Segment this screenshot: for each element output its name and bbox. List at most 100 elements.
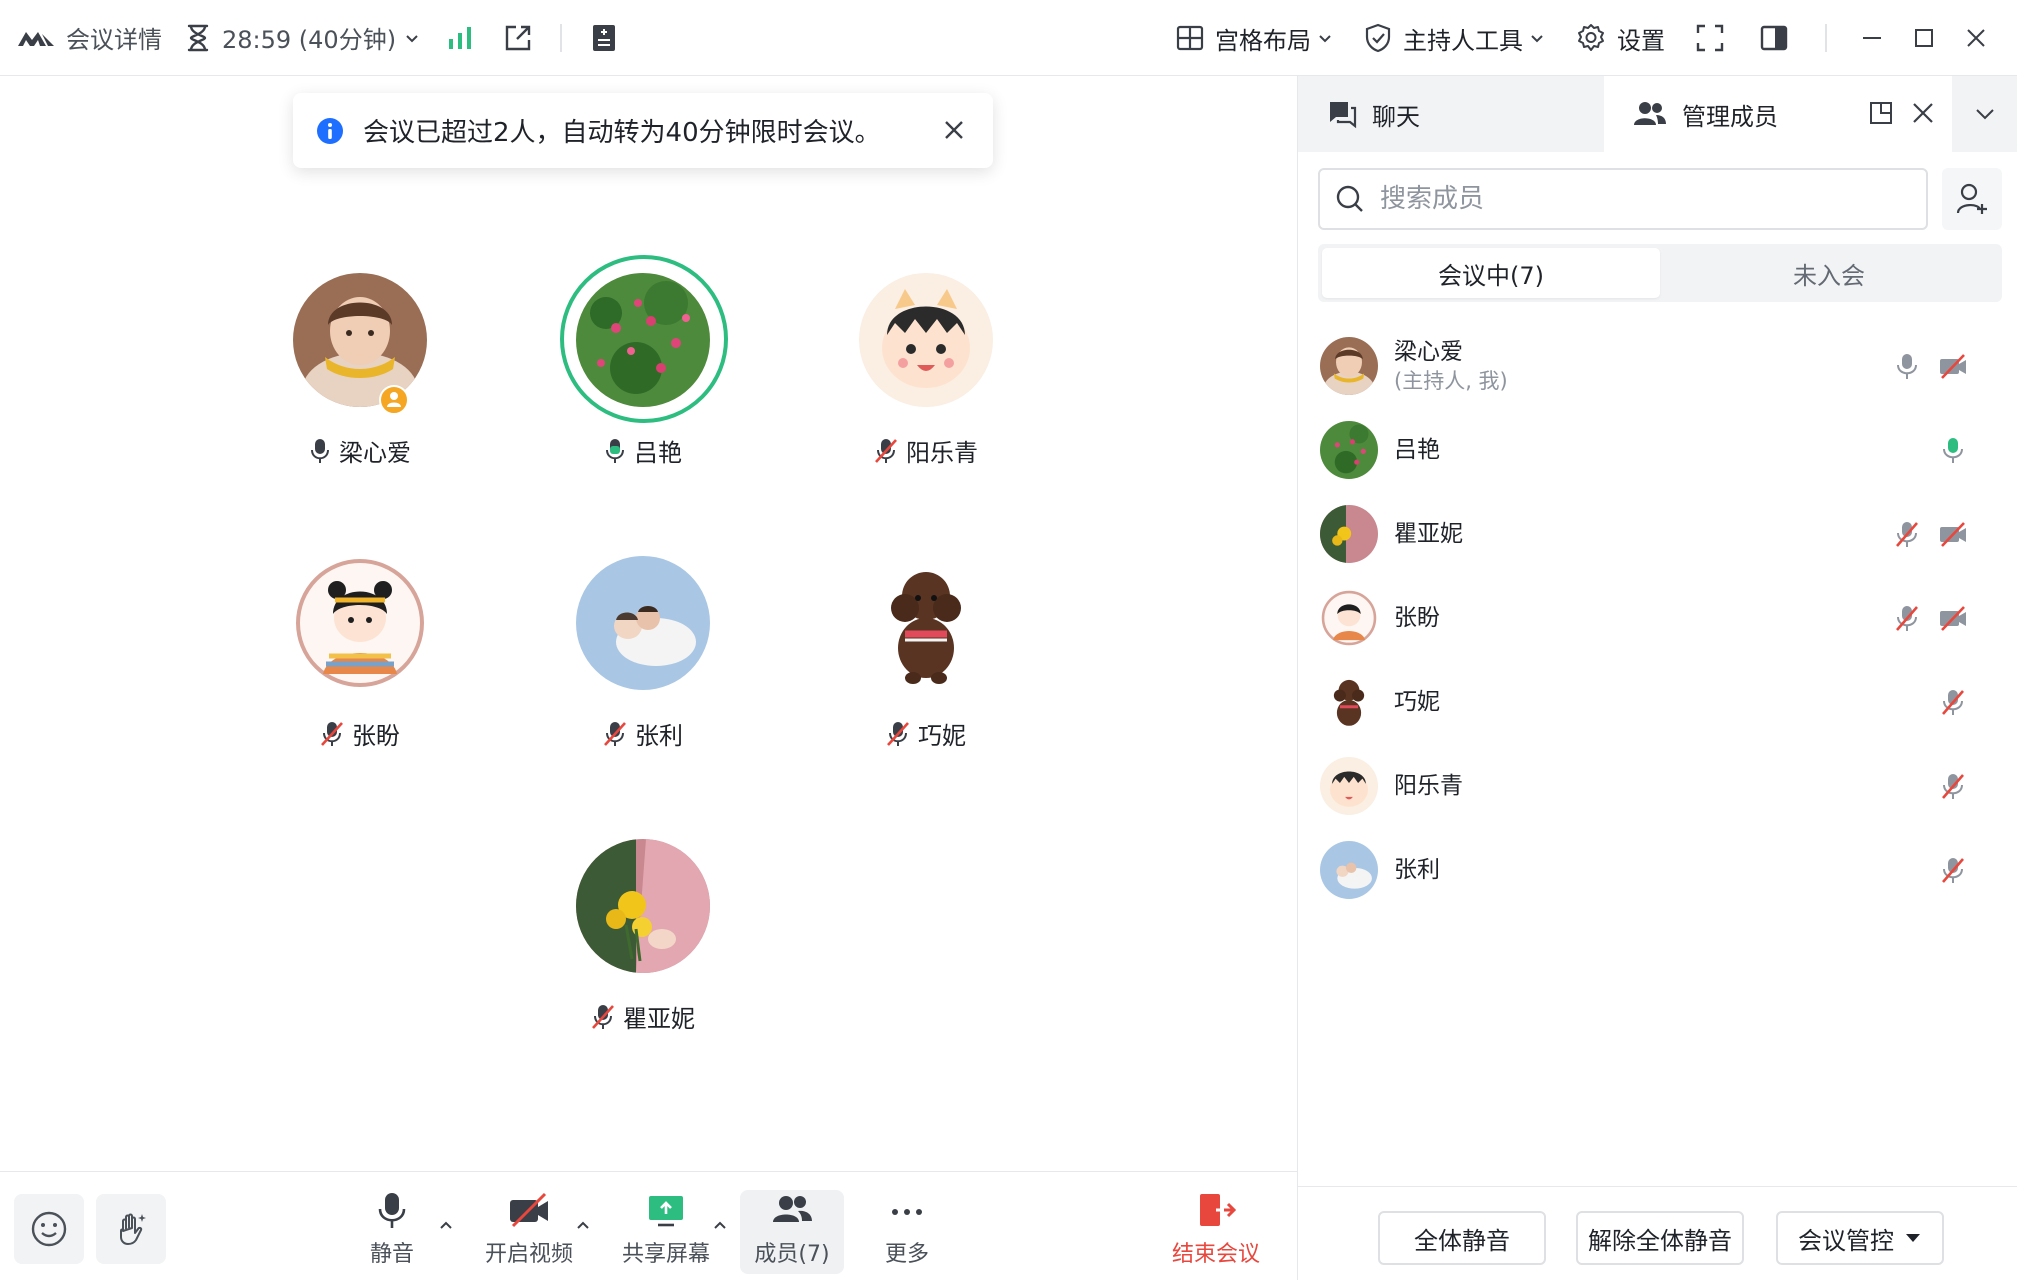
reaction-button[interactable] — [14, 1194, 84, 1264]
chevron-down-icon — [1319, 35, 1331, 43]
notification-text: 会议已超过2人，自动转为40分钟限时会议。 — [363, 118, 881, 148]
participant-name-row: 阳乐青 — [809, 433, 1043, 468]
member-status-segmented-control: 会议中(7) 未入会 — [1318, 244, 2002, 302]
toggle-sidebar-button[interactable] — [1759, 0, 1789, 76]
maximize-icon — [1915, 29, 1933, 47]
participant-tile[interactable]: 巧妮 — [809, 556, 1029, 756]
sidebar-panel-icon — [1760, 25, 1788, 51]
close-notification-icon[interactable] — [939, 115, 969, 145]
participant-tile[interactable]: 阳乐青 — [809, 273, 1029, 473]
minimize-button[interactable] — [1861, 0, 1883, 76]
members-button[interactable]: 成员(7) — [740, 1190, 844, 1274]
top-bar: 会议详情 28:59 (40分钟) 宫格布局 主持人工具 设置 — [0, 0, 2017, 76]
list-item[interactable]: 张利 — [1298, 828, 2017, 912]
time-limit-notification: 会议已超过2人，自动转为40分钟限时会议。 — [293, 93, 993, 168]
participant-name-row: 瞿亚妮 — [526, 999, 760, 1034]
avatar — [576, 273, 710, 407]
microphone-muted-icon — [887, 721, 909, 746]
share-screen-button[interactable]: 共享屏幕 — [614, 1190, 718, 1274]
video-off-icon — [510, 1192, 548, 1228]
window-controls-divider — [1825, 24, 1827, 52]
settings-button[interactable]: 设置 — [1575, 0, 1665, 76]
video-options-caret-icon[interactable] — [574, 1218, 592, 1232]
video-off-icon[interactable] — [1938, 519, 1968, 549]
participant-name: 梁心爱 — [339, 439, 411, 467]
member-name: 张盼 — [1394, 605, 1440, 631]
avatar — [576, 556, 710, 690]
raise-hand-button[interactable] — [96, 1194, 166, 1264]
notes-button[interactable] — [590, 0, 618, 75]
close-panel-icon[interactable] — [1910, 100, 1936, 126]
member-name: 瞿亚妮 — [1394, 521, 1463, 547]
participant-tile[interactable]: 吕艳 — [526, 255, 746, 473]
close-window-button[interactable] — [1965, 0, 1987, 76]
tab-manage-members-label: 管理成员 — [1682, 102, 1778, 131]
microphone-muted-icon — [604, 721, 626, 746]
member-list: 梁心爱 (主持人, 我) 吕艳 瞿亚妮 张盼 巧妮 阳乐青 张利 — [1298, 324, 2017, 912]
microphone-muted-icon[interactable] — [1892, 519, 1922, 549]
participant-tile[interactable]: 张盼 — [243, 556, 463, 756]
panel-options-button[interactable] — [1952, 76, 2017, 152]
video-off-icon[interactable] — [1938, 351, 1968, 381]
participant-tile[interactable]: 梁心爱 — [243, 273, 463, 473]
list-item[interactable]: 巧妮 — [1298, 660, 2017, 744]
microphone-icon[interactable] — [1892, 351, 1922, 381]
microphone-muted-icon[interactable] — [1892, 603, 1922, 633]
share-meeting-button[interactable] — [502, 0, 534, 75]
avatar — [859, 556, 993, 690]
participant-name-row: 巧妮 — [809, 716, 1043, 751]
popout-panel-icon[interactable] — [1868, 100, 1894, 126]
avatar — [859, 273, 993, 407]
microphone-muted-icon[interactable] — [1938, 771, 1968, 801]
end-meeting-button[interactable]: 结束会议 — [1164, 1190, 1268, 1274]
participant-tile[interactable]: 瞿亚妮 — [526, 839, 746, 1039]
share-screen-icon — [649, 1196, 683, 1227]
member-search-box[interactable] — [1318, 168, 1928, 230]
meeting-details-button[interactable]: 会议详情 — [16, 0, 162, 75]
info-icon — [317, 117, 343, 144]
list-item[interactable]: 瞿亚妮 — [1298, 492, 2017, 576]
meeting-timer[interactable]: 28:59 (40分钟) — [184, 0, 420, 75]
chevron-down-icon — [1976, 109, 1994, 120]
seg-not-joined[interactable]: 未入会 — [1660, 248, 1998, 298]
grid-layout-button[interactable]: 宫格布局 — [1175, 0, 1333, 76]
mute-button[interactable]: 静音 — [340, 1190, 444, 1274]
gear-icon — [1578, 24, 1604, 51]
share-options-caret-icon[interactable] — [711, 1218, 729, 1232]
search-input[interactable] — [1380, 184, 1880, 214]
host-badge-icon — [379, 385, 409, 415]
settings-label: 设置 — [1617, 26, 1665, 55]
list-item[interactable]: 阳乐青 — [1298, 744, 2017, 828]
host-tools-button[interactable]: 主持人工具 — [1363, 0, 1545, 76]
panel-footer: 全体静音 解除全体静音 会议管控 — [1298, 1186, 2017, 1280]
fullscreen-button[interactable] — [1695, 0, 1725, 76]
list-item[interactable]: 张盼 — [1298, 576, 2017, 660]
meeting-control-button[interactable]: 会议管控 — [1776, 1211, 1944, 1265]
maximize-button[interactable] — [1913, 0, 1935, 76]
unmute-all-button[interactable]: 解除全体静音 — [1576, 1211, 1744, 1265]
participant-tile[interactable]: 张利 — [526, 556, 746, 756]
start-video-button[interactable]: 开启视频 — [477, 1190, 581, 1274]
meeting-details-label: 会议详情 — [66, 26, 162, 54]
microphone-icon — [378, 1193, 406, 1228]
participant-name: 阳乐青 — [906, 439, 978, 467]
more-dots-icon — [892, 1209, 922, 1215]
seg-in-meeting[interactable]: 会议中(7) — [1322, 248, 1660, 298]
grid-layout-icon — [1176, 25, 1204, 51]
more-label: 更多 — [884, 1242, 929, 1267]
invite-member-button[interactable] — [1942, 168, 2002, 230]
more-button[interactable]: 更多 — [855, 1190, 959, 1274]
microphone-muted-icon[interactable] — [1938, 687, 1968, 717]
tab-manage-members[interactable]: 管理成员 — [1604, 76, 1952, 152]
microphone-muted-icon[interactable] — [1938, 855, 1968, 885]
list-item[interactable]: 吕艳 — [1298, 408, 2017, 492]
chevron-down-icon — [1531, 35, 1543, 43]
list-item[interactable]: 梁心爱 (主持人, 我) — [1298, 324, 2017, 408]
tab-chat[interactable]: 聊天 — [1298, 76, 1604, 152]
mic-options-caret-icon[interactable] — [437, 1218, 455, 1232]
microphone-active-icon[interactable] — [1938, 435, 1968, 465]
network-signal-indicator[interactable] — [446, 0, 474, 75]
video-off-icon[interactable] — [1938, 603, 1968, 633]
close-icon — [1967, 29, 1985, 47]
mute-all-button[interactable]: 全体静音 — [1378, 1211, 1546, 1265]
